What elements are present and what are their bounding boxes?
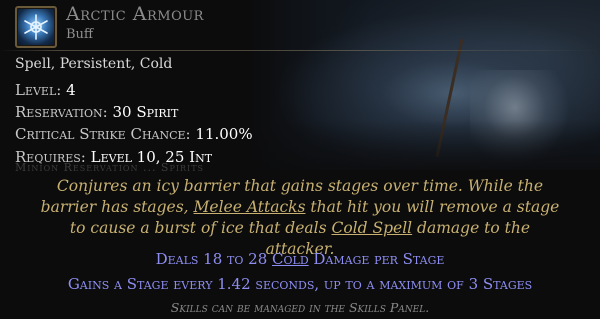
- artwork-fade: [250, 120, 600, 180]
- mod1-prefix: Deals 18 to 28: [155, 250, 273, 268]
- obscured-text: Minion Reservation ... Spirits: [15, 161, 205, 174]
- stat-level-label: Level:: [15, 81, 62, 99]
- ice-armour-icon: [15, 6, 57, 48]
- stat-level-value: 4: [66, 81, 76, 99]
- tooltip-footer: Skills can be managed in the Skills Pane…: [170, 300, 430, 315]
- keyword-link-cold[interactable]: Cold: [272, 250, 309, 268]
- stat-reservation: Reservation: 30 Spirit: [15, 103, 178, 121]
- stat-crit-value: 11.00%: [195, 125, 253, 143]
- mod1-suffix: Damage per Stage: [308, 250, 445, 268]
- tooltip-header: Arctic Armour Buff: [0, 0, 600, 50]
- skill-name: Arctic Armour: [66, 3, 204, 25]
- mod-damage-per-stage: Deals 18 to 28 Cold Damage per Stage: [0, 250, 600, 268]
- skill-tooltip: Arctic Armour Buff Spell, Persistent, Co…: [0, 0, 600, 319]
- skill-description: Conjures an icy barrier that gains stage…: [40, 176, 560, 260]
- skill-tag: Buff: [66, 27, 94, 42]
- stat-crit-chance: Critical Strike Chance: 11.00%: [15, 125, 253, 143]
- stat-crit-label: Critical Strike Chance:: [15, 125, 191, 143]
- skill-keywords: Spell, Persistent, Cold: [15, 56, 173, 72]
- mod-stage-gain: Gains a Stage every 1.42 seconds, up to …: [67, 275, 533, 293]
- stat-level: Level: 4: [15, 81, 76, 99]
- stat-reservation-label: Reservation:: [15, 103, 108, 121]
- keyword-link-melee-attacks[interactable]: Melee Attacks: [194, 198, 306, 216]
- header-divider: [0, 50, 600, 51]
- stat-reservation-value: 30 Spirit: [112, 103, 179, 121]
- keyword-link-cold-spell[interactable]: Cold Spell: [331, 219, 412, 237]
